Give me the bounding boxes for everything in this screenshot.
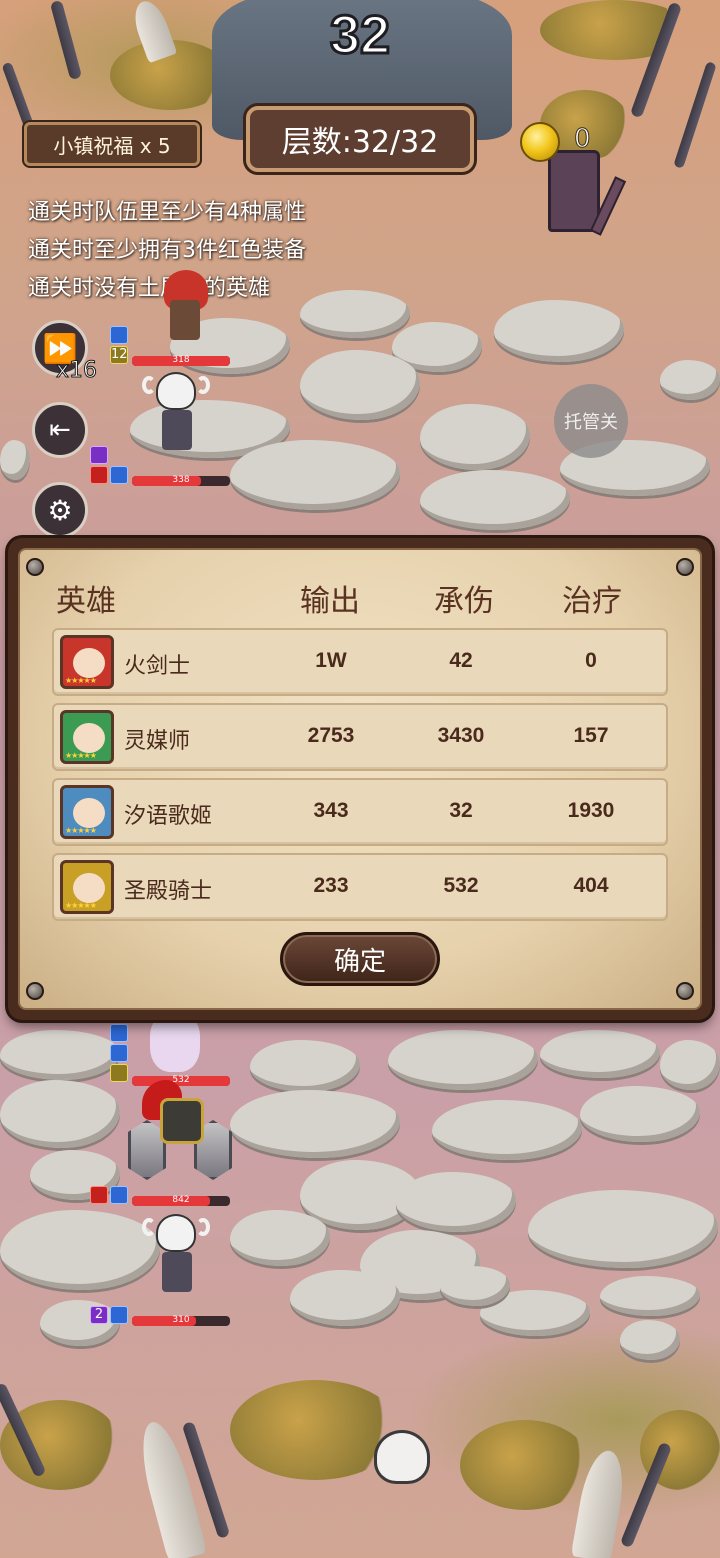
- coffin-decoration: [548, 150, 600, 232]
- stats-row: ★★★★★ 灵媒师 2753 3430 157: [52, 703, 668, 771]
- hp-bar: 318: [132, 355, 230, 366]
- damage-taken-value: 532: [443, 874, 479, 897]
- stats-row: ★★★★★ 汐语歌姬 343 32 1930: [52, 778, 668, 846]
- damage-value: 2753: [307, 724, 355, 747]
- hero-portrait: ★★★★★: [60, 710, 114, 764]
- header-healing: 治疗: [562, 584, 622, 619]
- objective-1: 通关时队伍里至少有4种属性: [28, 200, 306, 225]
- stats-row: ★★★★★ 火剑士 1W 42 0: [52, 628, 668, 696]
- hp-bar: 310: [132, 1315, 230, 1326]
- healing-value: 157: [573, 724, 609, 747]
- damage-taken-value: 3430: [437, 724, 485, 747]
- skull-marker-icon: [374, 1430, 430, 1484]
- rivet-icon: [676, 982, 694, 1000]
- floor-indicator: 层数:32/32: [246, 106, 474, 172]
- element-badge-icon: [110, 1186, 128, 1204]
- level-badge: 12: [110, 346, 128, 364]
- element-badge-icon: [110, 1064, 128, 1082]
- element-badge-icon: [90, 446, 108, 464]
- rivet-icon: [26, 558, 44, 576]
- damage-value: 1W: [315, 649, 347, 672]
- hero-name: 灵媒师: [124, 729, 191, 754]
- settings-button[interactable]: ⚙: [32, 482, 88, 538]
- hero-portrait: ★★★★★: [60, 860, 114, 914]
- element-badge-icon: [90, 1186, 108, 1204]
- healing-value: 0: [585, 649, 597, 672]
- healing-value: 404: [573, 874, 609, 897]
- objective-2: 通关时至少拥有3件红色装备: [28, 238, 306, 263]
- element-badge-icon: [90, 466, 108, 484]
- damage-taken-value: 42: [449, 649, 473, 672]
- damage-taken-value: 32: [449, 799, 473, 822]
- exit-button[interactable]: ⇤: [32, 402, 88, 458]
- skeleton-unit-2[interactable]: 2 310: [90, 1214, 230, 1334]
- exit-icon: ⇤: [49, 415, 71, 445]
- hero-name: 火剑士: [124, 654, 191, 679]
- star-rating-icon: ★★★★★: [65, 676, 97, 685]
- damage-value: 343: [313, 799, 349, 822]
- header-hero: 英雄: [56, 584, 116, 619]
- element-badge-icon: [110, 1044, 128, 1062]
- skeleton-unit-1[interactable]: 338: [90, 372, 230, 492]
- hero-name: 汐语歌姬: [124, 804, 213, 829]
- confirm-button[interactable]: 确定: [280, 932, 440, 986]
- hp-bar: 338: [132, 475, 230, 486]
- hero-face: [73, 873, 105, 903]
- level-badge: 2: [90, 1306, 108, 1324]
- star-rating-icon: ★★★★★: [65, 826, 97, 835]
- auto-battle-button[interactable]: 托管关: [554, 384, 628, 458]
- header-damage-taken: 承伤: [434, 584, 494, 619]
- star-rating-icon: ★★★★★: [65, 751, 97, 760]
- gear-icon: ⚙: [47, 493, 73, 527]
- gold-amount: 0: [574, 124, 592, 155]
- element-badge-icon: [110, 326, 128, 344]
- hero-unit-1[interactable]: 12 318: [110, 270, 230, 370]
- stats-row: ★★★★★ 圣殿骑士 233 532 404: [52, 853, 668, 921]
- hero-name: 圣殿骑士: [124, 879, 213, 904]
- element-badge-icon: [110, 1306, 128, 1324]
- element-badge-icon: [110, 1024, 128, 1042]
- element-badge-icon: [110, 466, 128, 484]
- hp-bar: 842: [132, 1195, 230, 1206]
- healing-value: 1930: [567, 799, 615, 822]
- rivet-icon: [26, 982, 44, 1000]
- town-blessing-banner[interactable]: 小镇祝福 x 5: [24, 122, 200, 166]
- hero-portrait: ★★★★★: [60, 785, 114, 839]
- hero-face: [73, 648, 105, 678]
- knight-unit[interactable]: [128, 1080, 232, 1188]
- header-damage: 输出: [300, 584, 360, 619]
- turn-counter: 32: [328, 4, 391, 67]
- hero-unit-2[interactable]: 532: [110, 1010, 230, 1090]
- hero-face: [73, 723, 105, 753]
- star-rating-icon: ★★★★★: [65, 901, 97, 910]
- hero-face: [73, 798, 105, 828]
- gold-coin-icon: [520, 122, 560, 162]
- speed-label: x16: [55, 358, 98, 384]
- damage-value: 233: [313, 874, 349, 897]
- knight-status: 842: [90, 1186, 230, 1210]
- hero-portrait: ★★★★★: [60, 635, 114, 689]
- rivet-icon: [676, 558, 694, 576]
